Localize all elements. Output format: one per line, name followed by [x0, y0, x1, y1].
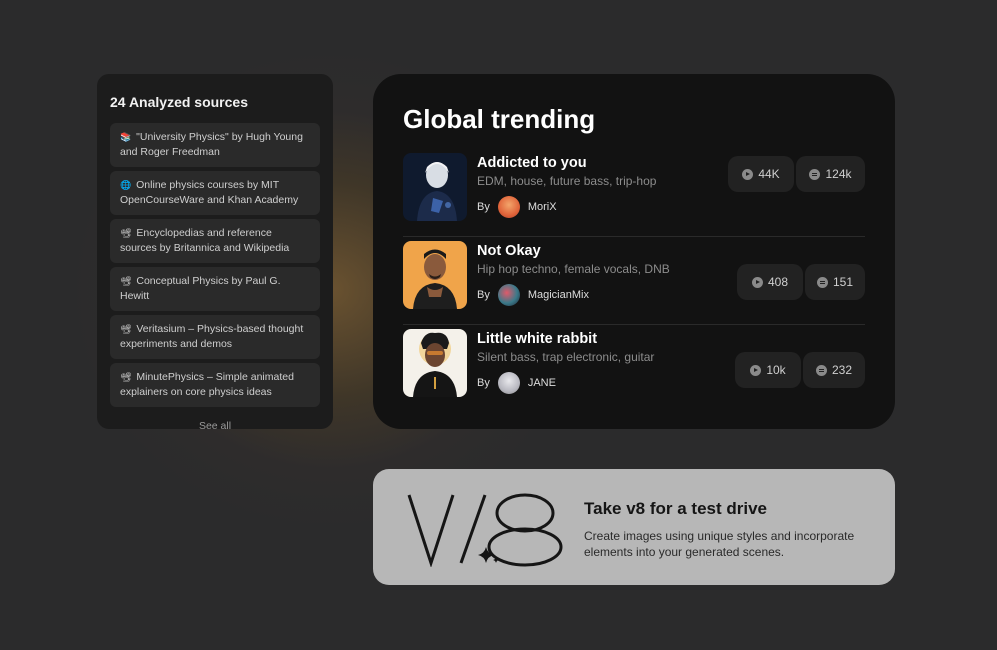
track-title[interactable]: Not Okay [477, 243, 541, 259]
track-tags: Hip hop techno, female vocals, DNB [477, 262, 670, 276]
plays-count[interactable]: 408 [737, 264, 803, 300]
track-row[interactable]: Addicted to you EDM, house, future bass,… [403, 149, 865, 237]
comment-icon [815, 364, 827, 376]
source-text: Encyclopedias and reference sources by B… [120, 227, 290, 254]
source-text: "University Physics" by Hugh Young and R… [120, 131, 303, 158]
comments-value: 151 [832, 275, 854, 289]
source-item[interactable]: 📽 Veritasium – Physics-based thought exp… [110, 315, 320, 359]
plays-value: 44K [758, 167, 780, 181]
track-cover-image[interactable] [403, 241, 467, 309]
source-text: MinutePhysics – Simple animated explaine… [120, 371, 294, 398]
avatar[interactable] [497, 284, 520, 306]
v8-logo [407, 493, 563, 567]
source-item[interactable]: 📽 Encyclopedias and reference sources by… [110, 219, 320, 263]
author-name[interactable]: MoriX [528, 201, 557, 213]
comment-icon [816, 276, 828, 288]
track-cover-image[interactable] [403, 153, 467, 221]
source-item[interactable]: 🌐 Online physics courses by MIT OpenCour… [110, 171, 320, 215]
play-icon [742, 168, 754, 180]
comment-icon [809, 168, 821, 180]
by-label: By [477, 377, 490, 389]
source-text: Online physics courses by MIT OpenCourse… [120, 179, 299, 206]
sources-title: 24 Analyzed sources [110, 94, 248, 110]
comments-value: 232 [831, 363, 853, 377]
source-item[interactable]: 📽 MinutePhysics – Simple animated explai… [110, 363, 320, 407]
globe-icon: 🌐 [120, 180, 132, 190]
sources-panel: 24 Analyzed sources 📚 "University Physic… [97, 74, 333, 432]
author-name[interactable]: JANE [528, 377, 556, 389]
track-author: By JANE [477, 372, 556, 394]
plays-value: 408 [767, 275, 789, 289]
track-cover-image[interactable] [403, 329, 467, 397]
comments-value: 124k [825, 167, 852, 181]
comments-count[interactable]: 232 [803, 352, 865, 388]
promo-description: Create images using unique styles and in… [584, 529, 855, 559]
film-icon: 📽 [120, 372, 132, 382]
film-icon: 📽 [120, 228, 132, 238]
by-label: By [477, 289, 490, 301]
promo-title: Take v8 for a test drive [584, 499, 767, 518]
track-row[interactable]: Little white rabbit Silent bass, trap el… [403, 325, 865, 413]
film-icon: 📽 [120, 276, 132, 286]
track-author: By MoriX [477, 196, 557, 218]
track-author: By MagicianMix [477, 284, 589, 306]
track-row[interactable]: Not Okay Hip hop techno, female vocals, … [403, 237, 865, 325]
avatar[interactable] [497, 196, 520, 218]
see-all-link[interactable]: See all [110, 420, 320, 432]
film-icon: 📽 [120, 324, 132, 334]
global-trending-panel: Global trending Addicted to you EDM, hou… [373, 74, 895, 429]
plays-value: 10k [766, 363, 786, 377]
by-label: By [477, 201, 490, 213]
source-text: Veritasium – Physics-based thought exper… [120, 323, 304, 350]
comments-count[interactable]: 124k [796, 156, 865, 192]
play-icon [750, 364, 762, 376]
track-tags: Silent bass, trap electronic, guitar [477, 350, 655, 364]
comments-count[interactable]: 151 [805, 264, 865, 300]
source-item[interactable]: 📽 Conceptual Physics by Paul G. Hewitt [110, 267, 320, 311]
avatar[interactable] [497, 372, 520, 394]
v8-promo-card[interactable]: Take v8 for a test drive Create images u… [373, 469, 895, 585]
source-item[interactable]: 📚 "University Physics" by Hugh Young and… [110, 123, 320, 167]
source-text: Conceptual Physics by Paul G. Hewitt [120, 275, 281, 302]
plays-count[interactable]: 44K [728, 156, 794, 192]
play-icon [751, 276, 763, 288]
track-tags: EDM, house, future bass, trip-hop [477, 174, 657, 188]
trending-title: Global trending [403, 104, 596, 134]
books-icon: 📚 [120, 132, 132, 142]
track-title[interactable]: Addicted to you [477, 155, 587, 171]
plays-count[interactable]: 10k [735, 352, 801, 388]
track-title[interactable]: Little white rabbit [477, 331, 597, 347]
author-name[interactable]: MagicianMix [528, 289, 589, 301]
